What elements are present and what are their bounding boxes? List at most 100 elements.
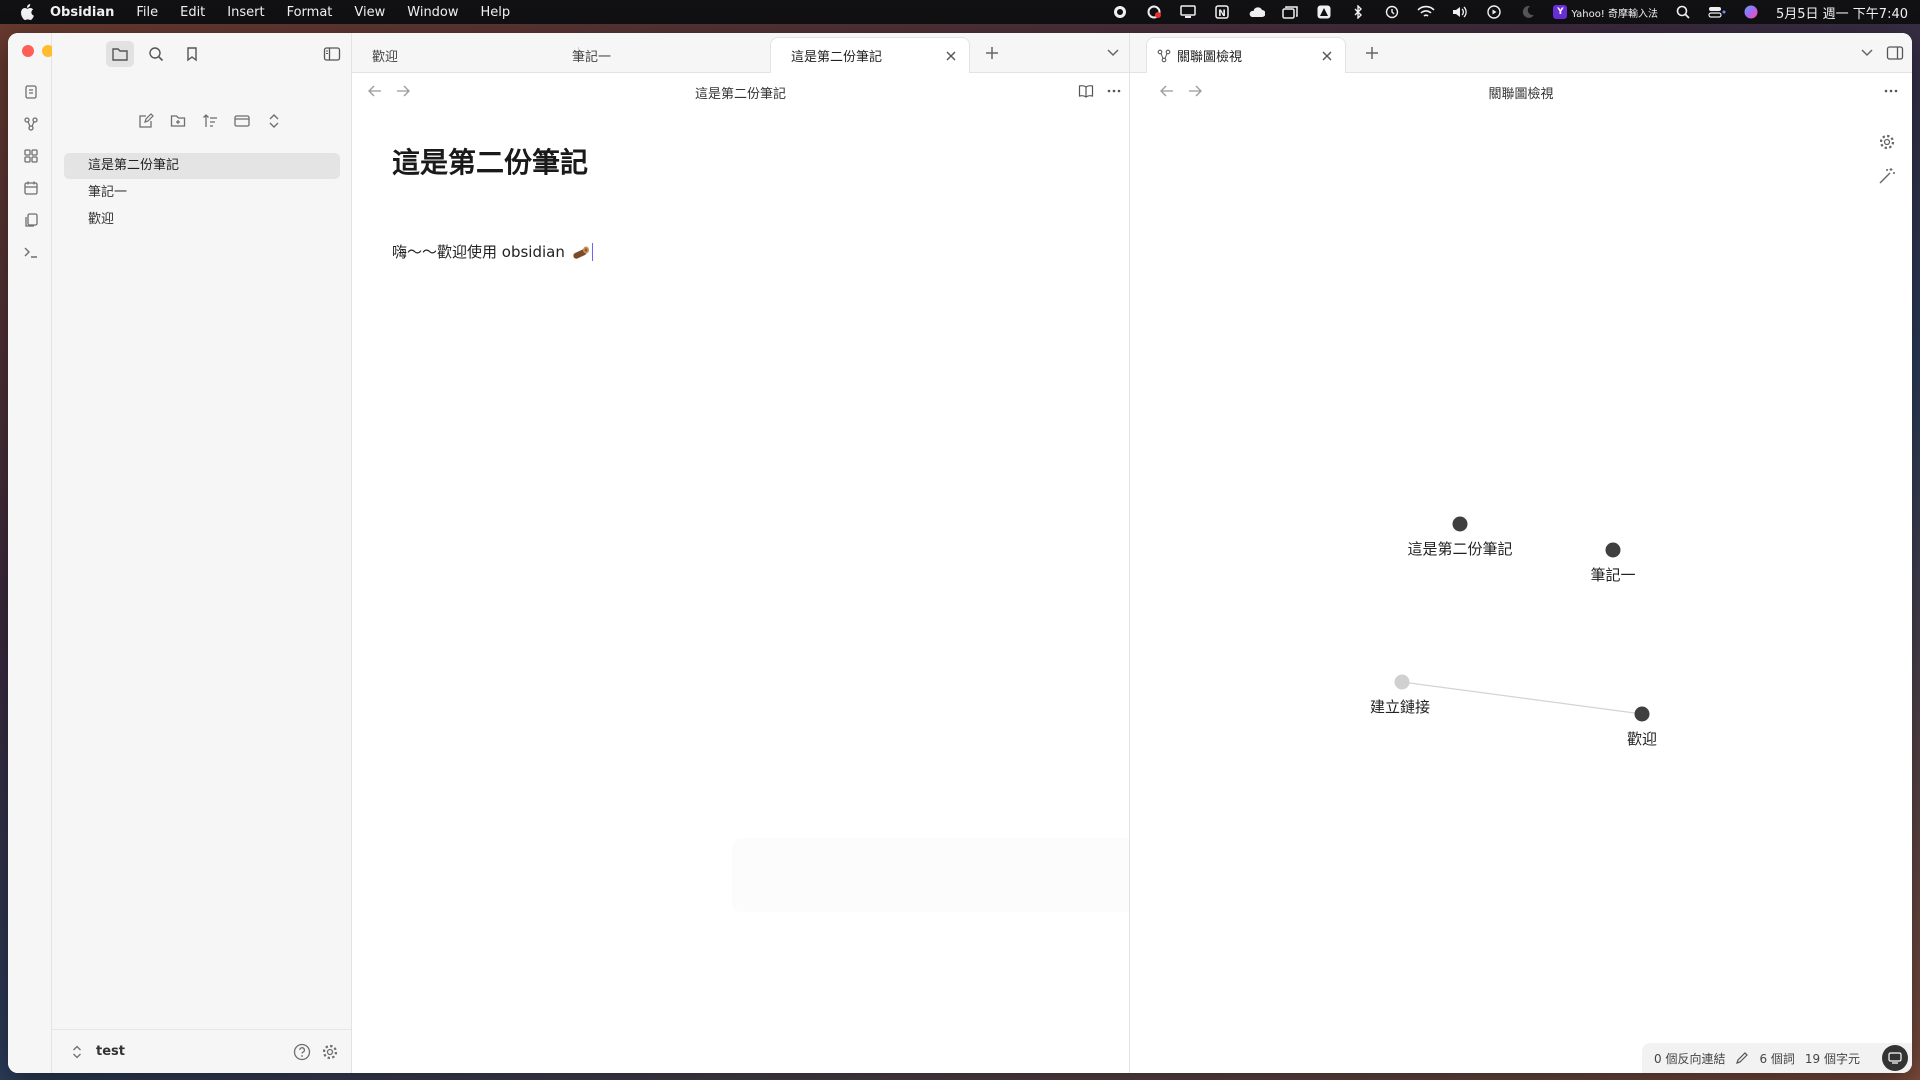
record-icon[interactable] (1111, 4, 1129, 20)
editor-tab-bar: 歡迎 筆記一 這是第二份筆記 (352, 33, 1129, 73)
search-tab[interactable] (142, 41, 170, 67)
bluetooth-icon[interactable] (1349, 4, 1367, 20)
input-method-indicator[interactable]: Y Yahoo! 奇摩輸入法 (1553, 5, 1658, 20)
tab-list-chevron-down-icon[interactable] (1858, 44, 1876, 62)
collapse-sidebar-button[interactable] (318, 41, 346, 67)
templates-icon[interactable] (22, 211, 40, 229)
more-options-icon[interactable] (1105, 82, 1123, 100)
graph-view-title[interactable]: 關聯圖檢視 (1130, 83, 1912, 102)
sidebar-footer: test (52, 1029, 351, 1073)
backlinks-count[interactable]: 0 個反向連結 (1654, 1050, 1725, 1067)
new-folder-icon[interactable] (168, 111, 188, 131)
calendar-icon[interactable] (22, 179, 40, 197)
file-list: 這是第二份筆記 筆記一 歡迎 (64, 153, 340, 234)
bookmarks-tab[interactable] (178, 41, 206, 67)
creative-cloud-icon[interactable] (1145, 4, 1163, 20)
graph-node[interactable]: 筆記一 (1590, 542, 1636, 585)
tab-graph-view[interactable]: 關聯圖檢視 (1146, 37, 1346, 73)
menu-clock[interactable]: 5月5日 週一 下午7:40 (1776, 3, 1908, 22)
graph-node-label: 建立鏈接 (1370, 698, 1430, 716)
character-count: 19 個字元 (1804, 1051, 1860, 1066)
notion-icon[interactable]: N (1213, 4, 1231, 20)
left-ribbon (8, 33, 74, 1073)
time-machine-icon[interactable] (1383, 4, 1401, 20)
more-options-icon[interactable] (1882, 82, 1900, 100)
menu-app-name[interactable]: Obsidian (50, 5, 114, 20)
editor-note-title[interactable]: 這是第二份筆記 (352, 83, 1129, 102)
graph-tab-label: 關聯圖檢視 (1177, 50, 1243, 65)
graph-node[interactable]: 這是第二份筆記 (1407, 516, 1513, 559)
terminal-icon[interactable] (22, 243, 40, 261)
spotlight-search-icon[interactable] (1674, 4, 1692, 20)
moon-icon[interactable] (1519, 4, 1537, 20)
file-item[interactable]: 歡迎 (64, 207, 340, 233)
file-item[interactable]: 這是第二份筆記 (64, 153, 340, 179)
menu-view[interactable]: View (354, 5, 385, 20)
cloud-icon[interactable] (1247, 4, 1266, 20)
tab-second-note[interactable]: 這是第二份筆記 (770, 37, 970, 73)
close-tab-icon[interactable] (1319, 48, 1335, 64)
reading-view-book-icon[interactable] (1077, 82, 1095, 100)
graph-node-dot[interactable] (1394, 674, 1410, 690)
file-item[interactable]: 筆記一 (64, 180, 340, 206)
editor-pane: 歡迎 筆記一 這是第二份筆記 這是第二份筆記 這是第二份筆記 嗨～～歡迎使用 o… (352, 33, 1192, 1073)
sidebar-header (52, 33, 351, 73)
new-tab-plus-icon[interactable] (1363, 44, 1381, 62)
graph-view-icon[interactable] (22, 115, 40, 133)
media-overlay-ghost (732, 838, 1192, 912)
menu-edit[interactable]: Edit (180, 5, 205, 20)
switcher-icon[interactable] (22, 83, 40, 101)
close-tab-icon[interactable] (943, 48, 959, 64)
new-tab-plus-icon[interactable] (983, 44, 1001, 62)
help-icon[interactable] (293, 1043, 311, 1061)
note-paragraph[interactable]: 嗨～～歡迎使用 obsidian (392, 241, 594, 262)
vault-switcher-icon[interactable] (68, 1043, 86, 1061)
auto-reveal-icon[interactable] (232, 111, 252, 131)
window-stack-icon[interactable] (1281, 4, 1299, 20)
edit-mode-pencil-icon[interactable] (1735, 1051, 1749, 1065)
yahoo-icon: Y (1553, 5, 1568, 19)
close-window-button[interactable] (22, 45, 34, 57)
vault-name[interactable]: test (96, 1044, 125, 1059)
apple-menu-icon[interactable] (20, 4, 36, 20)
graph-canvas[interactable]: 這是第二份筆記 筆記一 建立鏈接 歡迎 (1130, 109, 1912, 1039)
graph-tab-icon (1157, 49, 1171, 63)
sort-icon[interactable] (200, 111, 220, 131)
graph-view-header: 關聯圖檢視 (1130, 73, 1912, 109)
graph-node-dot[interactable] (1634, 706, 1650, 722)
tab-label: 筆記一 (572, 49, 612, 65)
menu-file[interactable]: File (136, 5, 158, 20)
display-icon[interactable] (1179, 4, 1197, 20)
new-note-icon[interactable] (136, 111, 156, 131)
sync-status-icon[interactable] (1882, 1045, 1908, 1071)
word-count: 6 個詞 (1759, 1051, 1795, 1066)
file-explorer-tab[interactable] (106, 41, 134, 67)
graph-node-dot[interactable] (1452, 516, 1468, 532)
tab-note-one[interactable]: 筆記一 (552, 37, 752, 73)
graph-node-dot[interactable] (1605, 542, 1621, 558)
canvas-icon[interactable] (22, 147, 40, 165)
graph-node[interactable]: 建立鏈接 (1370, 674, 1430, 717)
play-circle-icon[interactable] (1485, 4, 1503, 20)
note-heading[interactable]: 這是第二份筆記 (392, 141, 588, 181)
menu-window[interactable]: Window (407, 5, 458, 20)
graph-node-label: 歡迎 (1627, 730, 1657, 748)
arrow-app-icon[interactable] (1315, 4, 1333, 20)
menu-help[interactable]: Help (481, 5, 511, 20)
volume-icon[interactable] (1451, 4, 1469, 20)
editor-view-header: 這是第二份筆記 (352, 73, 1129, 109)
graph-node-label: 這是第二份筆記 (1407, 540, 1512, 558)
menu-format[interactable]: Format (287, 5, 333, 20)
tab-list-chevron-down-icon[interactable] (1104, 44, 1122, 62)
macos-menu-bar: Obsidian File Edit Insert Format View Wi… (0, 0, 1920, 24)
collapse-all-icon[interactable] (264, 111, 284, 131)
siri-icon[interactable] (1742, 4, 1760, 20)
obsidian-window: 這是第二份筆記 筆記一 歡迎 test 歡迎 筆記一 這是第二份筆記 這是第二份… (8, 33, 1912, 1073)
settings-gear-icon[interactable] (321, 1043, 339, 1061)
menu-insert[interactable]: Insert (227, 5, 264, 20)
wifi-icon[interactable] (1417, 4, 1435, 20)
control-center-icon[interactable] (1708, 4, 1726, 20)
tab-label: 這是第二份筆記 (791, 50, 883, 65)
tab-welcome[interactable]: 歡迎 (352, 37, 552, 73)
toggle-right-sidebar-icon[interactable] (1886, 44, 1904, 62)
